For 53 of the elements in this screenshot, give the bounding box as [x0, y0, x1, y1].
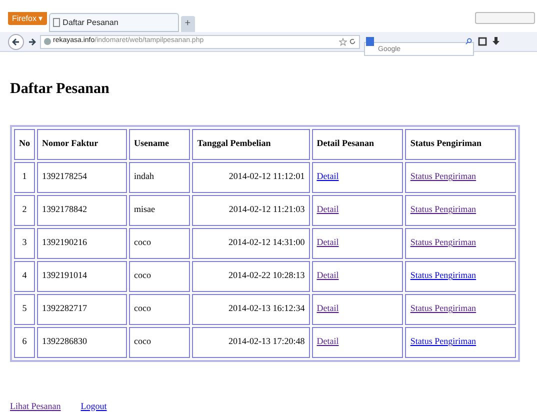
column-header: No: [14, 128, 35, 160]
detail-link[interactable]: Detail: [316, 237, 339, 248]
detail-link[interactable]: Detail: [316, 303, 339, 314]
column-header: Usename: [129, 128, 190, 160]
reload-icon[interactable]: [349, 38, 356, 45]
table-cell: 1392178254: [37, 162, 127, 192]
search-engine-icon: [366, 37, 374, 46]
browser-tab[interactable]: Daftar Pesanan: [48, 13, 179, 32]
table-cell: 2014-02-12 11:21:03: [192, 194, 310, 226]
column-header: Detail Pesanan: [312, 128, 404, 160]
table-cell: 1392178842: [37, 194, 127, 226]
table-cell: 1392282717: [37, 294, 127, 324]
table-cell: coco: [129, 294, 190, 324]
table-cell: 2014-02-22 10:28:13: [192, 260, 310, 292]
table-cell: 4: [14, 260, 35, 292]
nav-link[interactable]: Lihat Pesanan: [10, 400, 61, 412]
column-header: Status Pengiriman: [405, 128, 516, 160]
search-icon[interactable]: [465, 38, 472, 45]
table-cell: coco: [129, 326, 190, 358]
table-cell: 2014-02-12 14:31:00: [192, 228, 310, 258]
back-button[interactable]: [8, 34, 24, 50]
bookmarks-icon[interactable]: [478, 37, 488, 46]
nav-link[interactable]: Logout: [80, 400, 107, 412]
column-header: Nomor Faktur: [37, 128, 127, 160]
table-cell: coco: [129, 228, 190, 258]
table-cell: 3: [14, 228, 35, 258]
forward-arrow-icon[interactable]: [28, 38, 36, 46]
table-cell: 2014-02-13 17:20:48: [192, 326, 310, 358]
table-cell: 2014-02-12 11:12:01: [192, 162, 310, 192]
table-cell: indah: [129, 162, 190, 192]
table-cell: 1392286830: [37, 326, 127, 358]
table-cell: 1392191014: [37, 260, 127, 292]
column-header: Tanggal Pembelian: [192, 128, 310, 160]
detail-link[interactable]: Detail: [316, 171, 339, 182]
detail-link[interactable]: Detail: [316, 270, 339, 280]
page-icon: [52, 18, 60, 27]
table-cell: 2014-02-13 16:12:34: [192, 294, 310, 324]
new-tab-button[interactable]: +: [180, 16, 195, 32]
table-cell: coco: [129, 260, 190, 292]
table-cell: 1392190216: [37, 228, 127, 258]
star-icon[interactable]: [339, 38, 347, 46]
table-cell: misae: [129, 194, 190, 226]
globe-icon: [44, 38, 51, 45]
table-cell: 2: [14, 194, 35, 226]
table-cell: 5: [14, 294, 35, 324]
table-cell: 6: [14, 326, 35, 358]
download-icon[interactable]: [492, 37, 500, 46]
tab-title: Daftar Pesanan: [62, 16, 118, 28]
back-arrow-icon: [12, 38, 20, 46]
table-cell: 1: [14, 162, 35, 192]
detail-link[interactable]: Detail: [316, 204, 339, 214]
detail-link[interactable]: Detail: [316, 336, 339, 346]
page-heading: Daftar Pesanan: [10, 80, 110, 99]
